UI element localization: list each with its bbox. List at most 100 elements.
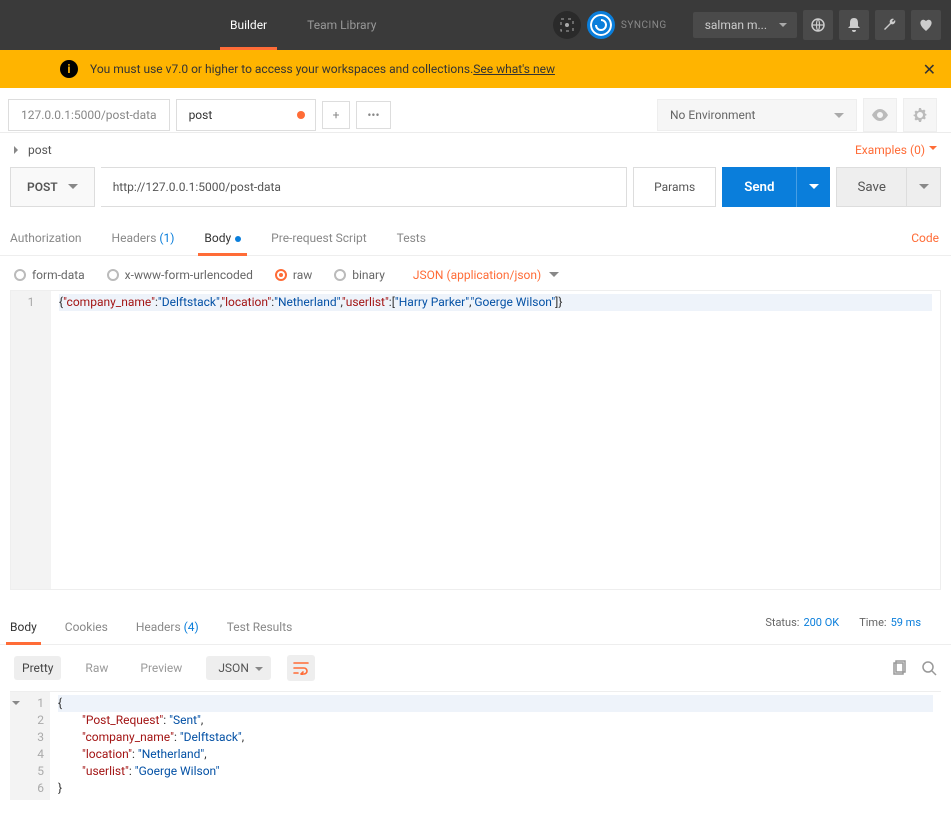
time-value: 59 ms xyxy=(891,616,921,629)
capture-icon[interactable] xyxy=(553,11,581,39)
response-actions xyxy=(891,660,937,676)
line-number: 5 xyxy=(10,763,44,780)
send-button[interactable]: Send xyxy=(722,167,796,207)
request-tab-0[interactable]: 127.0.0.1:5000/post-data xyxy=(8,99,170,131)
url-input[interactable]: http://127.0.0.1:5000/post-data xyxy=(101,167,627,207)
examples-label: Examples (0) xyxy=(855,143,925,157)
user-menu[interactable]: salman m... xyxy=(693,12,797,38)
editor-content[interactable]: {"company_name":"Delftstack","location":… xyxy=(51,291,940,589)
env-settings-icon[interactable] xyxy=(903,98,937,132)
caret-down-icon xyxy=(549,272,559,282)
radio-label: binary xyxy=(352,268,385,282)
caret-down-icon xyxy=(68,184,78,194)
headers-count: (1) xyxy=(159,231,174,245)
send-options-button[interactable] xyxy=(796,167,830,207)
alert-link[interactable]: See what's new xyxy=(473,62,555,76)
tok: , xyxy=(204,747,206,761)
fmt-preview[interactable]: Preview xyxy=(132,656,190,680)
copy-icon[interactable] xyxy=(891,660,907,676)
tok: "userlist" xyxy=(82,764,129,778)
close-icon[interactable]: ✕ xyxy=(923,60,936,79)
status: Status:200 OK xyxy=(765,616,839,629)
line-number: 3 xyxy=(10,729,44,746)
resp-tab-headers[interactable]: Headers (4) xyxy=(136,620,199,644)
request-sub-tabs: Authorization Headers (1) Body Pre-reque… xyxy=(0,221,951,256)
method-value: POST xyxy=(27,180,58,194)
tab-prerequest[interactable]: Pre-request Script xyxy=(271,221,366,255)
examples-dropdown[interactable]: Examples (0) xyxy=(855,143,937,157)
radio-icon xyxy=(334,269,346,281)
line-number: 6 xyxy=(10,780,44,797)
tok: "userlist" xyxy=(342,295,389,309)
resp-tab-cookies[interactable]: Cookies xyxy=(65,620,108,644)
time: Time:59 ms xyxy=(859,616,921,629)
unsaved-dot-icon xyxy=(297,111,305,119)
heart-icon[interactable] xyxy=(911,10,941,40)
response-toolbar: Pretty Raw Preview JSON xyxy=(0,645,951,691)
alert-banner: i You must use v7.0 or higher to access … xyxy=(0,50,951,88)
radio-binary[interactable]: binary xyxy=(334,268,385,282)
breadcrumb[interactable]: post xyxy=(14,143,52,157)
content-type-select[interactable]: JSON (application/json) xyxy=(413,268,559,282)
response-content[interactable]: {"Post_Request": "Sent", "company_name":… xyxy=(50,692,941,800)
tok: , xyxy=(242,730,244,744)
tab-body[interactable]: Body xyxy=(204,221,241,255)
method-select[interactable]: POST xyxy=(10,167,95,207)
wrap-lines-icon[interactable] xyxy=(287,655,315,681)
tok: "Netherland" xyxy=(274,295,340,309)
response-lang-select[interactable]: JSON xyxy=(206,656,271,680)
tok: "Harry Parker" xyxy=(395,295,469,309)
resp-headers-count: (4) xyxy=(184,620,199,634)
radio-raw[interactable]: raw xyxy=(275,268,312,282)
request-tabs-row: 127.0.0.1:5000/post-data post + ••• No E… xyxy=(0,88,951,133)
caret-down-icon xyxy=(809,184,819,194)
tab-tests[interactable]: Tests xyxy=(397,221,426,255)
tok: "Netherland" xyxy=(138,747,204,761)
caret-down-icon xyxy=(919,184,929,194)
globe-icon[interactable] xyxy=(803,10,833,40)
sync-status: SYNCING xyxy=(621,20,667,31)
env-controls: No Environment xyxy=(657,98,943,132)
wrench-icon[interactable] xyxy=(875,10,905,40)
tok: , xyxy=(201,713,203,727)
tab-headers[interactable]: Headers (1) xyxy=(112,221,175,255)
code-link[interactable]: Code xyxy=(911,221,939,255)
tab-authorization[interactable]: Authorization xyxy=(10,221,82,255)
tok: "Goerge Wilson" xyxy=(135,764,220,778)
fold-icon[interactable] xyxy=(12,701,20,709)
tab-options-button[interactable]: ••• xyxy=(356,101,390,129)
save-button[interactable]: Save xyxy=(836,167,907,207)
status-label: Status: xyxy=(765,616,799,629)
radio-form-data[interactable]: form-data xyxy=(14,268,85,282)
params-button[interactable]: Params xyxy=(633,167,716,207)
response-meta: Status:200 OK Time:59 ms xyxy=(765,616,921,629)
tok: } xyxy=(558,295,562,309)
sync-icon[interactable] xyxy=(587,11,615,39)
fmt-raw[interactable]: Raw xyxy=(77,656,116,680)
tab-builder[interactable]: Builder xyxy=(210,0,287,50)
tok: "Delftstack" xyxy=(158,295,220,309)
fmt-pretty[interactable]: Pretty xyxy=(14,656,61,680)
response-gutter: 1 2 3 4 5 6 xyxy=(10,692,50,800)
add-tab-button[interactable]: + xyxy=(322,101,351,129)
bell-icon[interactable] xyxy=(839,10,869,40)
line-number: 1 xyxy=(11,294,51,311)
tok: "company_name" xyxy=(82,730,174,744)
request-body-editor[interactable]: 1 {"company_name":"Delftstack","location… xyxy=(10,290,941,590)
request-tab-1[interactable]: post xyxy=(176,99,316,131)
response-body-editor[interactable]: 1 2 3 4 5 6 {"Post_Request": "Sent", "co… xyxy=(10,691,941,800)
tab-team-library[interactable]: Team Library xyxy=(287,0,396,50)
response-format-tabs: Pretty Raw Preview JSON xyxy=(14,655,315,681)
info-icon: i xyxy=(60,60,78,78)
tok: "Post_Request" xyxy=(82,713,163,727)
tok: "Goerge Wilson" xyxy=(471,295,556,309)
environment-select[interactable]: No Environment xyxy=(657,99,857,131)
radio-xwww[interactable]: x-www-form-urlencoded xyxy=(107,268,253,282)
env-preview-icon[interactable] xyxy=(863,98,897,132)
save-options-button[interactable] xyxy=(907,167,941,207)
resp-tab-body[interactable]: Body xyxy=(10,620,37,644)
topbar: Builder Team Library SYNCING salman m... xyxy=(0,0,951,50)
radio-icon xyxy=(275,269,287,281)
resp-tab-tests[interactable]: Test Results xyxy=(227,620,293,644)
search-icon[interactable] xyxy=(921,660,937,676)
